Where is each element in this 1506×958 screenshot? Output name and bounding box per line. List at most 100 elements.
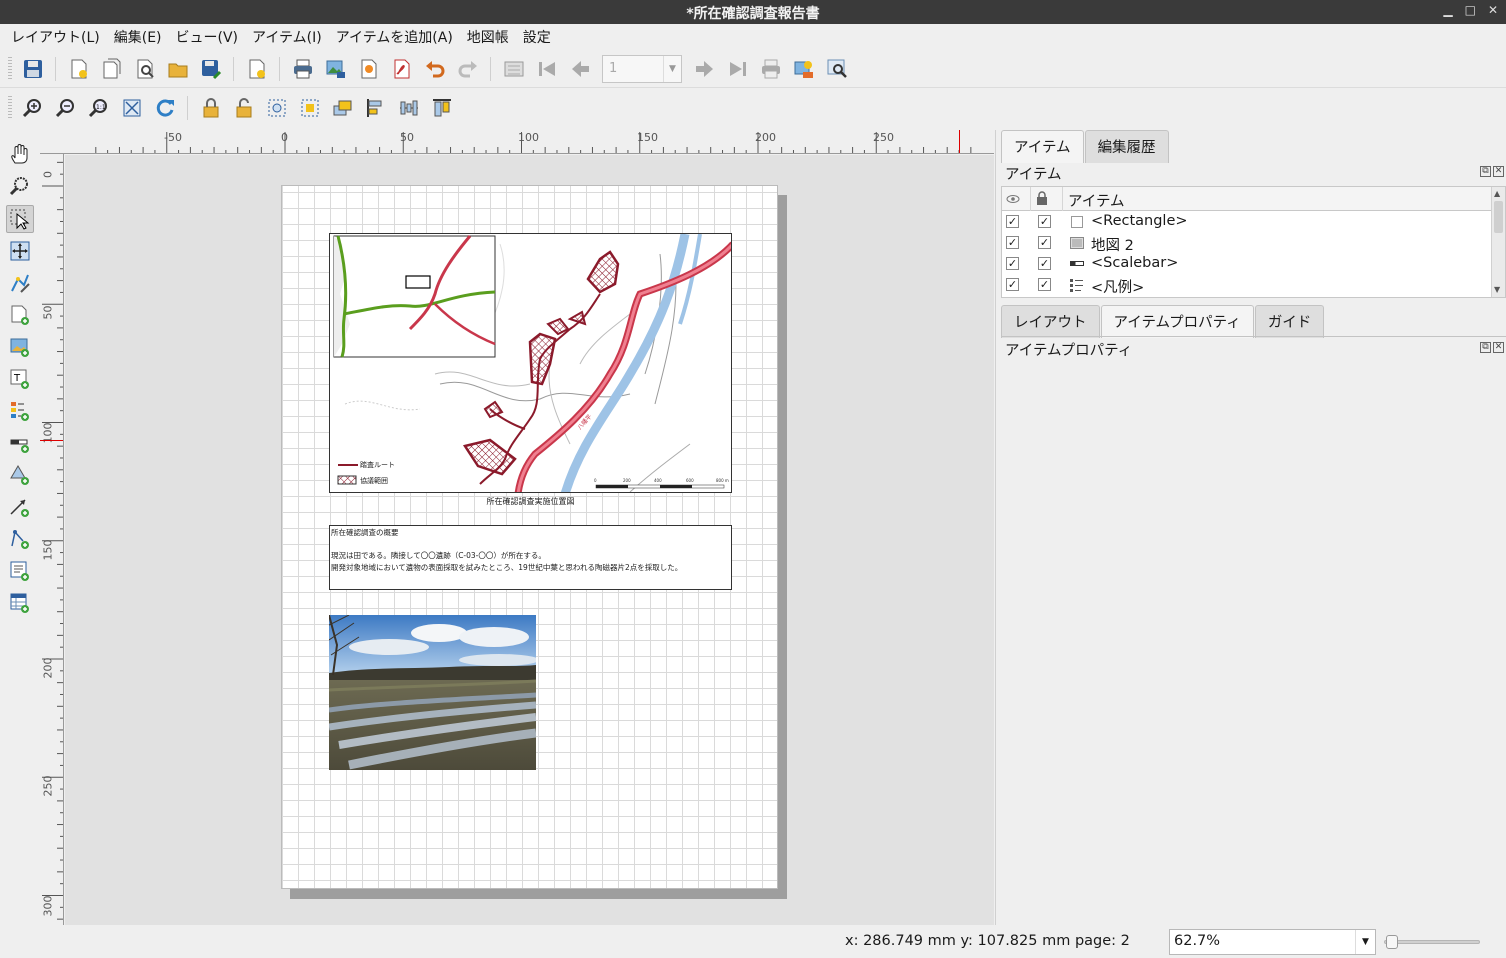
select-tool[interactable] — [6, 205, 34, 233]
survey-summary-box[interactable]: 所在確認調査の概要 現況は田である。隣接して〇〇遺跡（C-03-〇〇）が所在する… — [329, 525, 732, 590]
item-row[interactable]: ✓ ✓ <Scalebar> — [1002, 254, 1492, 275]
zoom-in-button[interactable] — [19, 94, 47, 122]
menu-layout[interactable]: レイアウト(L) — [4, 24, 107, 50]
horizontal-ruler[interactable]: -50 0 50 100 150 200 250 — [40, 130, 994, 154]
first-feature-button[interactable] — [533, 55, 561, 83]
chevron-down-icon[interactable]: ▼ — [663, 55, 681, 82]
export-atlas-images-button[interactable] — [790, 55, 818, 83]
items-scrollbar[interactable]: ▲ ▼ — [1491, 187, 1505, 297]
align-items-button[interactable] — [362, 94, 390, 122]
next-feature-button[interactable] — [691, 55, 719, 83]
add-html-tool[interactable] — [6, 557, 34, 585]
zoom-slider[interactable] — [1384, 935, 1480, 949]
add-map-tool[interactable] — [6, 301, 34, 329]
tab-undo-history[interactable]: 編集履歴 — [1084, 130, 1169, 163]
add-shape-tool[interactable] — [6, 461, 34, 489]
toolbar-grip[interactable] — [8, 96, 12, 120]
menu-atlas[interactable]: 地図帳 — [460, 24, 516, 50]
menu-edit[interactable]: 編集(E) — [107, 24, 169, 50]
duplicate-layout-button[interactable] — [98, 55, 126, 83]
items-column-header[interactable]: アイテム — [1068, 190, 1125, 211]
float-panel-icon[interactable]: ⧉ — [1480, 166, 1491, 177]
add-node-item-tool[interactable] — [6, 525, 34, 553]
maximize-icon[interactable]: □ — [1465, 3, 1476, 17]
close-panel-icon[interactable]: ✕ — [1493, 166, 1504, 177]
map-caption[interactable]: 所在確認調査実施位置図 — [329, 496, 732, 507]
zoom-out-button[interactable] — [52, 94, 80, 122]
tab-items[interactable]: アイテム — [1001, 130, 1084, 163]
edit-nodes-tool[interactable] — [6, 269, 34, 297]
export-pdf-button[interactable] — [388, 55, 416, 83]
raise-items-button[interactable] — [329, 94, 357, 122]
menu-add-item[interactable]: アイテムを追加(A) — [329, 24, 460, 50]
export-svg-button[interactable] — [355, 55, 383, 83]
item-row[interactable]: ✓ ✓ <凡例> — [1002, 275, 1492, 296]
lock-items-button[interactable] — [197, 94, 225, 122]
redo-button[interactable] — [454, 55, 482, 83]
atlas-page-combo[interactable]: 1 ▼ — [602, 54, 682, 83]
visibility-checkbox[interactable]: ✓ — [1006, 278, 1019, 291]
save-as-template-button[interactable] — [197, 55, 225, 83]
item-row[interactable]: ✓ ✓ <Rectangle> — [1002, 212, 1492, 233]
visibility-checkbox[interactable]: ✓ — [1006, 257, 1019, 270]
lock-checkbox[interactable]: ✓ — [1038, 278, 1051, 291]
resize-items-button[interactable] — [428, 94, 456, 122]
tab-guides[interactable]: ガイド — [1254, 305, 1325, 338]
toolbar-grip[interactable] — [8, 56, 12, 81]
previous-feature-button[interactable] — [566, 55, 594, 83]
new-layout-button[interactable] — [65, 55, 93, 83]
zoom-slider-handle[interactable] — [1386, 935, 1398, 949]
tab-layout[interactable]: レイアウト — [1001, 305, 1100, 338]
close-icon[interactable]: ✕ — [1488, 3, 1498, 17]
add-label-tool[interactable]: T — [6, 365, 34, 393]
add-picture-tool[interactable] — [6, 333, 34, 361]
add-table-tool[interactable] — [6, 589, 34, 617]
menu-item[interactable]: アイテム(I) — [245, 24, 329, 50]
layout-canvas[interactable]: 八幡平 踏査ルート 協議範囲 0 200 400 600 800 m 所在確認調… — [65, 155, 994, 925]
site-photo[interactable] — [329, 615, 536, 770]
visibility-checkbox[interactable]: ✓ — [1006, 236, 1019, 249]
vertical-ruler[interactable]: 0 50 100 150 200 250 300 — [40, 154, 64, 925]
export-image-button[interactable] — [322, 55, 350, 83]
atlas-settings-button[interactable] — [823, 55, 851, 83]
last-feature-button[interactable] — [724, 55, 752, 83]
float-panel-icon[interactable]: ⧉ — [1480, 342, 1491, 353]
zoom-tool[interactable] — [6, 172, 34, 200]
ungroup-items-button[interactable] — [296, 94, 324, 122]
save-button[interactable] — [19, 55, 47, 83]
minimize-icon[interactable]: ▁ — [1443, 3, 1452, 17]
move-content-tool[interactable] — [6, 237, 34, 265]
zoom-full-button[interactable] — [118, 94, 146, 122]
print-button[interactable] — [289, 55, 317, 83]
add-legend-tool[interactable] — [6, 397, 34, 425]
distribute-items-button[interactable] — [395, 94, 423, 122]
close-panel-icon[interactable]: ✕ — [1493, 342, 1504, 353]
atlas-preview-button[interactable] — [500, 55, 528, 83]
refresh-button[interactable] — [151, 94, 179, 122]
tab-item-properties[interactable]: アイテムプロパティ — [1100, 305, 1254, 338]
scroll-up-icon[interactable]: ▲ — [1494, 189, 1500, 198]
lock-icon[interactable] — [1036, 191, 1048, 209]
lock-checkbox[interactable]: ✓ — [1038, 236, 1051, 249]
scrollbar-thumb[interactable] — [1494, 201, 1503, 233]
open-template-button[interactable] — [164, 55, 192, 83]
map-item[interactable]: 八幡平 踏査ルート 協議範囲 0 200 400 600 800 m — [329, 233, 732, 493]
chevron-down-icon[interactable]: ▼ — [1355, 930, 1375, 954]
add-arrow-tool[interactable] — [6, 493, 34, 521]
group-items-button[interactable] — [263, 94, 291, 122]
unlock-items-button[interactable] — [230, 94, 258, 122]
scroll-down-icon[interactable]: ▼ — [1494, 285, 1500, 294]
eye-icon[interactable] — [1006, 192, 1022, 208]
menu-settings[interactable]: 設定 — [516, 24, 558, 50]
lock-checkbox[interactable]: ✓ — [1038, 215, 1051, 228]
zoom-combo[interactable]: 62.7% ▼ — [1169, 929, 1376, 955]
pan-tool[interactable] — [6, 140, 34, 168]
add-scalebar-tool[interactable] — [6, 429, 34, 457]
menu-view[interactable]: ビュー(V) — [169, 24, 246, 50]
layout-manager-button[interactable] — [131, 55, 159, 83]
undo-button[interactable] — [421, 55, 449, 83]
item-row[interactable]: ✓ ✓ 地図 2 — [1002, 233, 1492, 254]
print-atlas-button[interactable] — [757, 55, 785, 83]
zoom-100-button[interactable]: 1:1 — [85, 94, 113, 122]
lock-checkbox[interactable]: ✓ — [1038, 257, 1051, 270]
